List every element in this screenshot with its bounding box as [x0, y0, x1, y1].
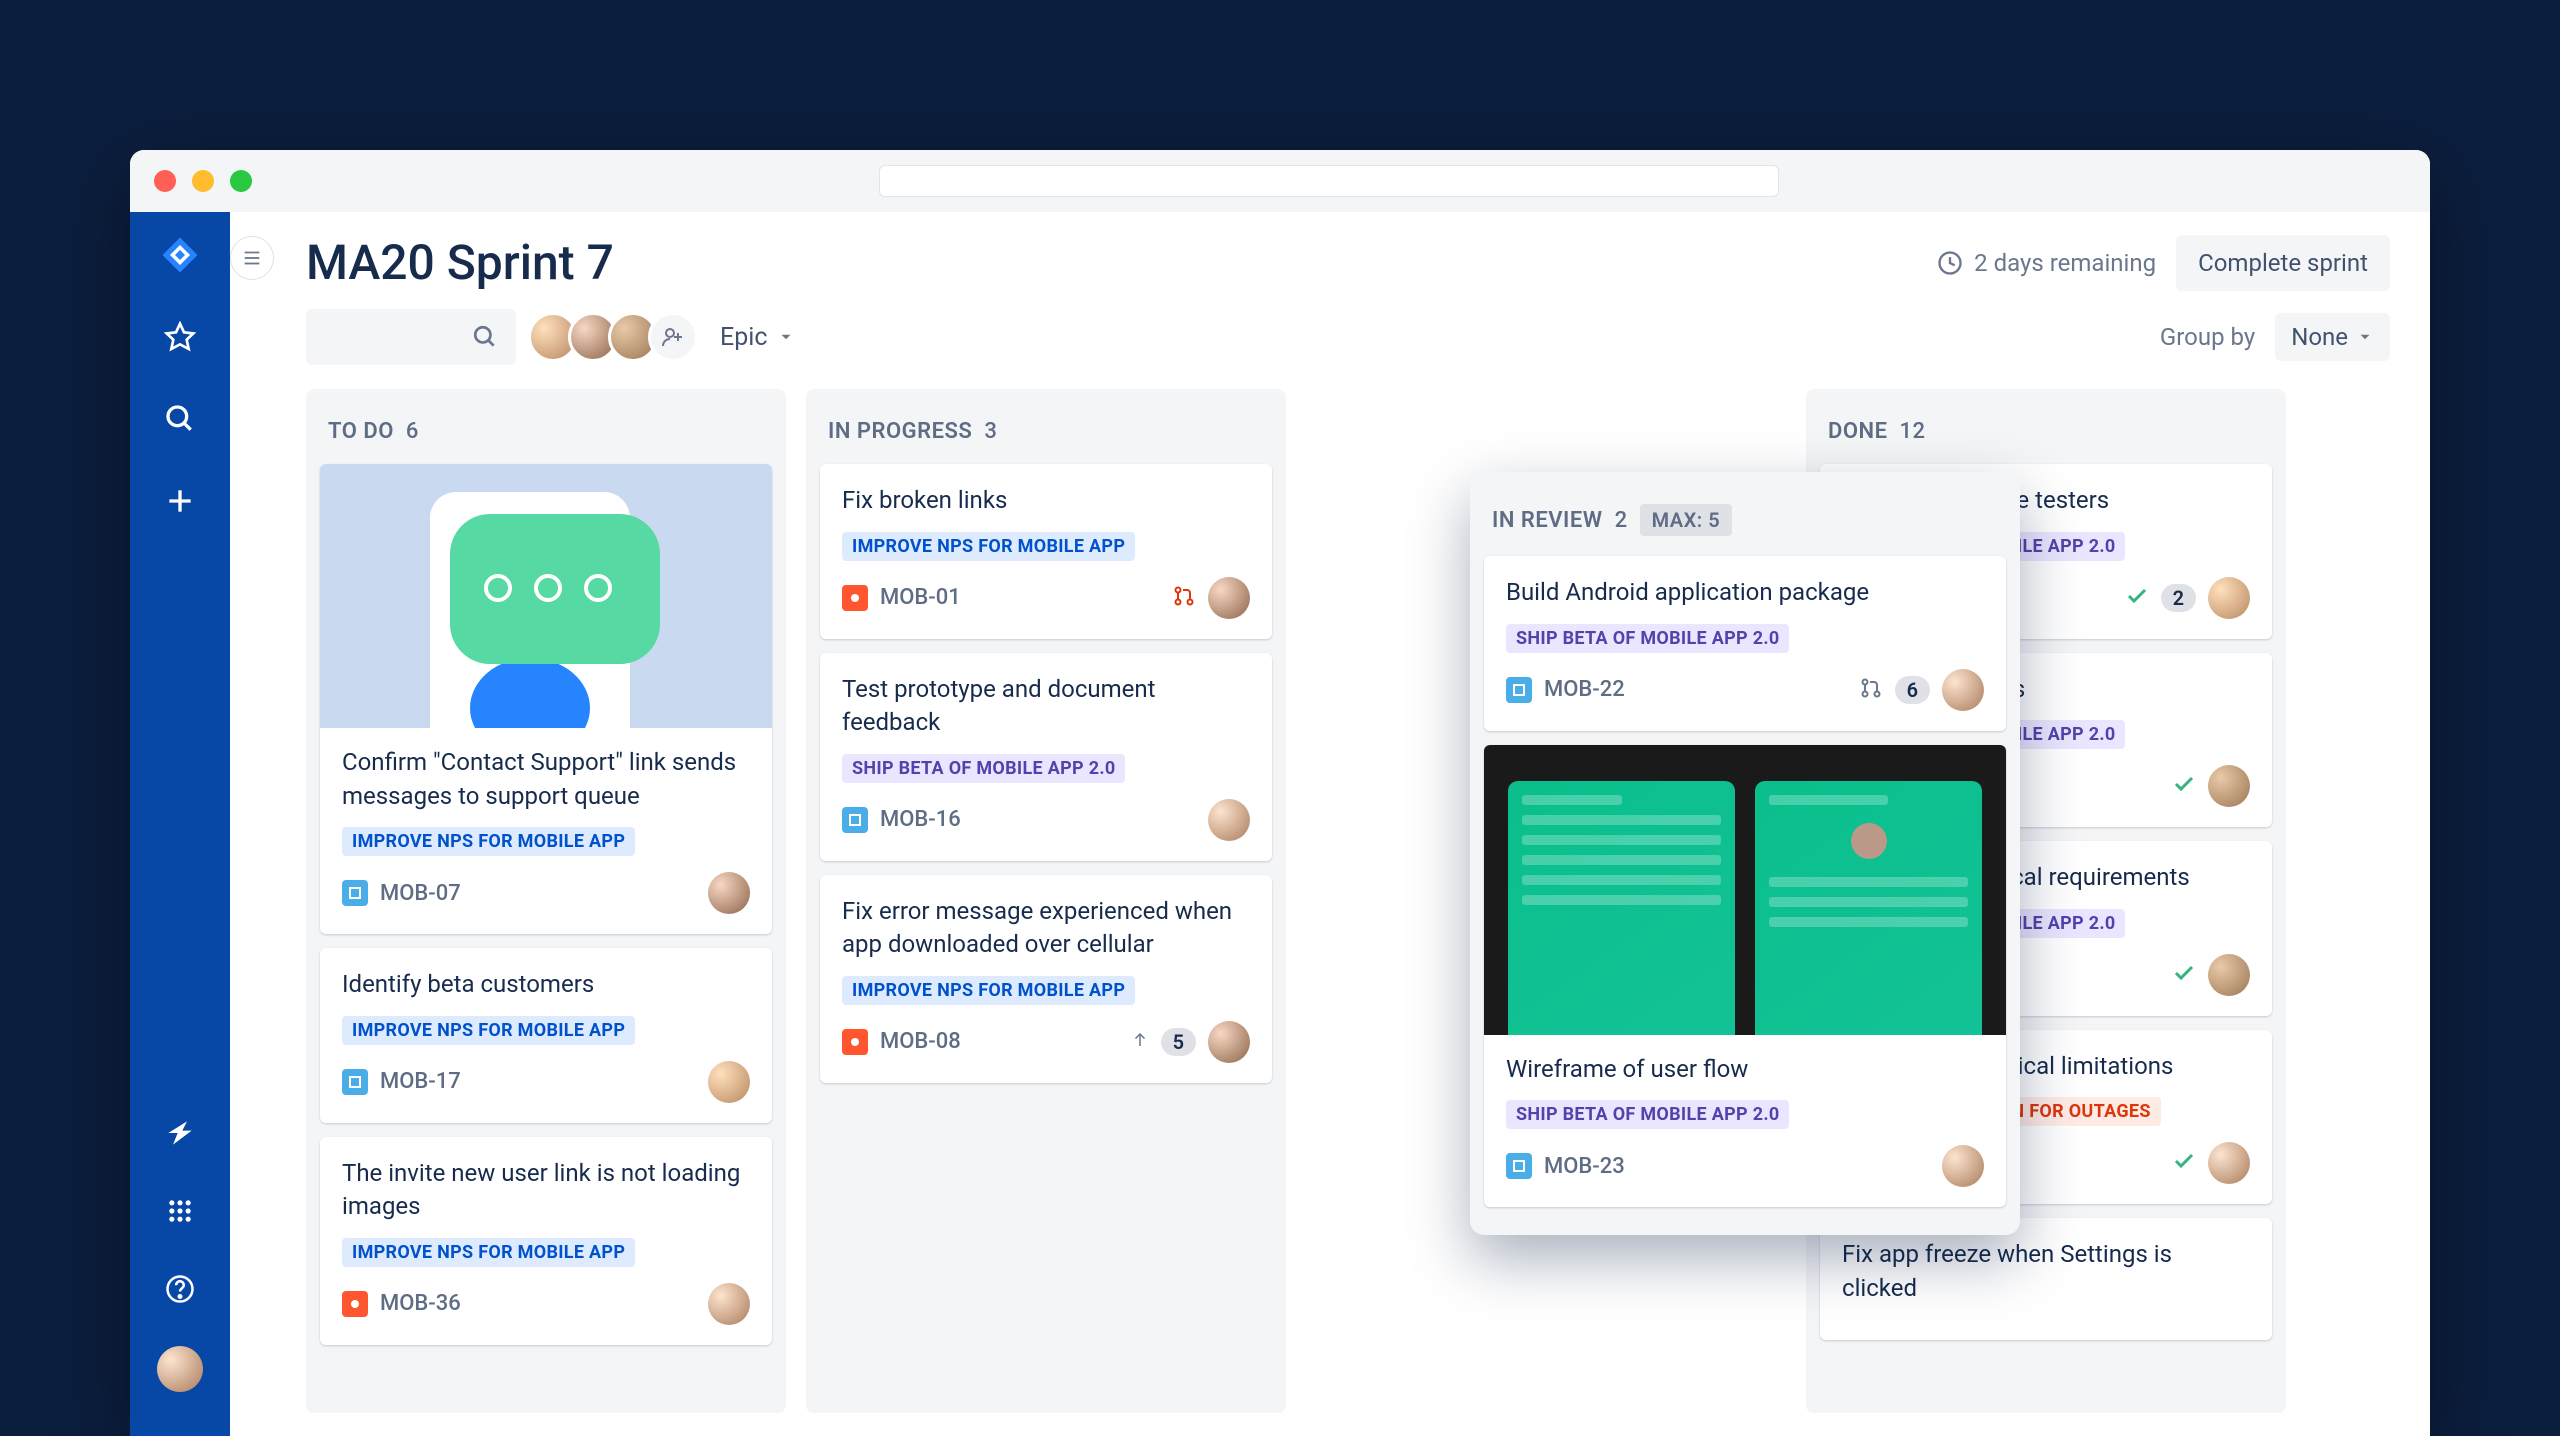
- search-icon: [472, 324, 498, 350]
- search-icon[interactable]: [159, 398, 201, 440]
- column-todo: TO DO6 Confirm "Contact Support" link se…: [306, 389, 786, 1413]
- epic-tag[interactable]: IMPROVE NPS FOR MOBILE APP: [842, 532, 1135, 561]
- epic-tag[interactable]: IMPROVE NPS FOR MOBILE APP: [342, 827, 635, 856]
- issue-card[interactable]: Wireframe of user flow SHIP BETA OF MOBI…: [1484, 745, 2006, 1208]
- collapse-sidebar-icon[interactable]: [230, 236, 274, 280]
- assignee-avatar[interactable]: [1942, 669, 1984, 711]
- clock-icon: [1936, 249, 1964, 277]
- mac-titlebar: [130, 150, 2430, 212]
- assignee-filter: [538, 312, 698, 362]
- done-check-icon: [2172, 1149, 2196, 1177]
- browser-url-bar[interactable]: [879, 165, 1779, 197]
- star-icon[interactable]: [159, 316, 201, 358]
- issue-card[interactable]: Test prototype and document feedback SHI…: [820, 653, 1272, 861]
- issue-card[interactable]: Identify beta customers IMPROVE NPS FOR …: [320, 948, 772, 1123]
- assignee-avatar[interactable]: [1208, 577, 1250, 619]
- assignee-avatar[interactable]: [708, 1061, 750, 1103]
- board-toolbar: Epic Group by None: [250, 309, 2390, 389]
- global-nav: [130, 212, 230, 1436]
- board-header: MA20 Sprint 7 2 days remaining Complete …: [250, 212, 2390, 309]
- assignee-avatar[interactable]: [1942, 1145, 1984, 1187]
- pull-request-icon: [1172, 584, 1196, 612]
- board-title: MA20 Sprint 7: [306, 234, 614, 291]
- done-check-icon: [2172, 961, 2196, 989]
- assignee-avatar[interactable]: [1208, 799, 1250, 841]
- groupby-label: Group by: [2160, 323, 2255, 351]
- assignee-avatar[interactable]: [1208, 1021, 1250, 1063]
- assignee-avatar[interactable]: [708, 872, 750, 914]
- complete-sprint-button[interactable]: Complete sprint: [2176, 235, 2390, 291]
- help-icon[interactable]: [159, 1268, 201, 1310]
- issue-card[interactable]: Build Android application package SHIP B…: [1484, 556, 2006, 731]
- app-body: MA20 Sprint 7 2 days remaining Complete …: [130, 212, 2430, 1436]
- epic-tag[interactable]: IMPROVE NPS FOR MOBILE APP: [342, 1016, 635, 1045]
- groupby-dropdown[interactable]: None: [2275, 313, 2390, 361]
- profile-avatar[interactable]: [157, 1346, 203, 1392]
- epic-tag[interactable]: IMPROVE NPS FOR MOBILE APP: [842, 976, 1135, 1005]
- issue-card[interactable]: The invite new user link is not loading …: [320, 1137, 772, 1345]
- task-icon: [1506, 1153, 1532, 1179]
- epic-tag[interactable]: SHIP BETA OF MOBILE APP 2.0: [1506, 1100, 1789, 1129]
- task-icon: [842, 807, 868, 833]
- column-in-review: IN REVIEW 2 MAX: 5 Build Android applica…: [1470, 472, 2020, 1235]
- epic-tag[interactable]: IMPROVE NPS FOR MOBILE APP: [342, 1238, 635, 1267]
- subtask-count: 2: [2161, 584, 2196, 612]
- task-icon: [1506, 677, 1532, 703]
- chevron-down-icon: [2356, 328, 2374, 346]
- maximize-window-icon[interactable]: [230, 170, 252, 192]
- bug-icon: [342, 1291, 368, 1317]
- assignee-avatar[interactable]: [2208, 577, 2250, 619]
- notification-icon[interactable]: [159, 1112, 201, 1154]
- epic-tag[interactable]: SHIP BETA OF MOBILE APP 2.0: [1506, 624, 1789, 653]
- app-switcher-icon[interactable]: [159, 1190, 201, 1232]
- kanban-board: TO DO6 Confirm "Contact Support" link se…: [250, 389, 2390, 1413]
- priority-icon: [1131, 1031, 1149, 1053]
- wip-limit-badge: MAX: 5: [1640, 504, 1733, 536]
- assignee-avatar[interactable]: [2208, 1142, 2250, 1184]
- done-check-icon: [2172, 772, 2196, 800]
- traffic-lights: [154, 170, 252, 192]
- app-window: MA20 Sprint 7 2 days remaining Complete …: [130, 150, 2430, 1436]
- assignee-avatar[interactable]: [2208, 954, 2250, 996]
- issue-card[interactable]: Fix broken links IMPROVE NPS FOR MOBILE …: [820, 464, 1272, 639]
- column-in-progress: IN PROGRESS3 Fix broken links IMPROVE NP…: [806, 389, 1286, 1413]
- minimize-window-icon[interactable]: [192, 170, 214, 192]
- epic-tag[interactable]: SHIP BETA OF MOBILE APP 2.0: [842, 754, 1125, 783]
- issue-card[interactable]: Confirm "Contact Support" link sends mes…: [320, 464, 772, 934]
- card-cover-image: [320, 464, 772, 728]
- board-search-input[interactable]: [306, 309, 516, 365]
- task-icon: [342, 1069, 368, 1095]
- done-check-icon: [2125, 584, 2149, 612]
- days-remaining: 2 days remaining: [1936, 249, 2156, 277]
- bug-icon: [842, 585, 868, 611]
- jira-logo-icon[interactable]: [159, 234, 201, 276]
- assignee-avatar[interactable]: [708, 1283, 750, 1325]
- close-window-icon[interactable]: [154, 170, 176, 192]
- pull-request-icon: [1859, 676, 1883, 704]
- issue-card[interactable]: Fix app freeze when Settings is clicked: [1820, 1218, 2272, 1339]
- card-cover-image: [1484, 745, 2006, 1035]
- subtask-count: 6: [1895, 676, 1930, 704]
- bug-icon: [842, 1029, 868, 1055]
- add-people-button[interactable]: [648, 312, 698, 362]
- task-icon: [342, 880, 368, 906]
- issue-card[interactable]: Fix error message experienced when app d…: [820, 875, 1272, 1083]
- epic-filter-dropdown[interactable]: Epic: [720, 323, 795, 352]
- subtask-count: 5: [1161, 1028, 1196, 1056]
- main-content: MA20 Sprint 7 2 days remaining Complete …: [230, 212, 2430, 1436]
- create-icon[interactable]: [159, 480, 201, 522]
- chevron-down-icon: [777, 328, 795, 346]
- assignee-avatar[interactable]: [2208, 765, 2250, 807]
